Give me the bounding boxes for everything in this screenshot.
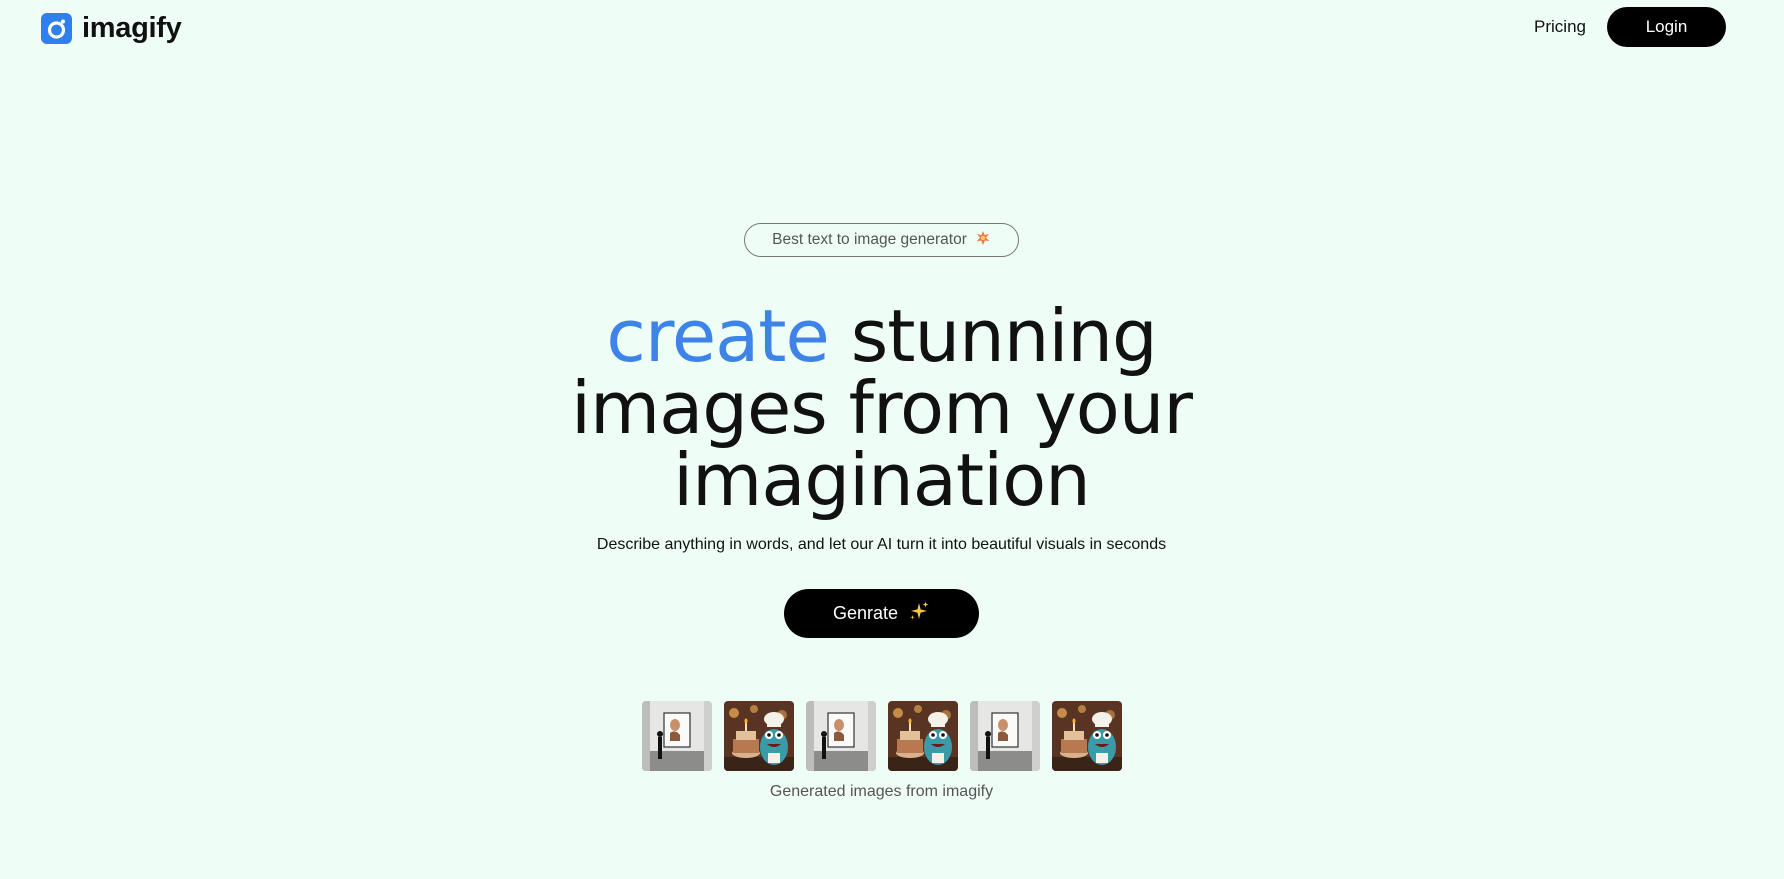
logo-text: imagify bbox=[82, 12, 182, 44]
logo[interactable]: imagify bbox=[41, 12, 182, 45]
pricing-link[interactable]: Pricing bbox=[1534, 17, 1586, 37]
camera-lens-icon bbox=[41, 13, 72, 44]
generate-button[interactable]: Genrate bbox=[784, 589, 979, 638]
badge-text: Best text to image generator bbox=[772, 231, 967, 248]
gallery-thumbnail-monster-cake[interactable] bbox=[1052, 701, 1122, 771]
gallery-thumbnail-portrait[interactable] bbox=[642, 701, 712, 771]
top-nav: Pricing Login bbox=[1534, 7, 1726, 47]
generate-label: Genrate bbox=[832, 603, 899, 623]
landing-page: imagify Pricing Login Best text to image… bbox=[0, 0, 1784, 879]
tagline-badge: Best text to image generator bbox=[744, 223, 1019, 257]
login-button[interactable]: Login bbox=[1607, 7, 1726, 47]
gallery-thumbnail-portrait[interactable] bbox=[970, 701, 1040, 771]
gallery-thumbnail-portrait[interactable] bbox=[806, 701, 876, 771]
star-burst-icon bbox=[975, 230, 991, 251]
headline-line3: imagination bbox=[673, 438, 1091, 522]
hero-headline: create stunning images from your imagina… bbox=[0, 300, 1763, 516]
gallery-thumbnail-monster-cake[interactable] bbox=[888, 701, 958, 771]
gallery-caption: Generated images from imagify bbox=[769, 783, 994, 800]
hero-subtitle: Describe anything in words, and let our … bbox=[596, 536, 1167, 553]
gallery-thumbnail-monster-cake[interactable] bbox=[724, 701, 794, 771]
sparkles-icon bbox=[908, 600, 930, 627]
sample-gallery bbox=[642, 701, 1122, 771]
